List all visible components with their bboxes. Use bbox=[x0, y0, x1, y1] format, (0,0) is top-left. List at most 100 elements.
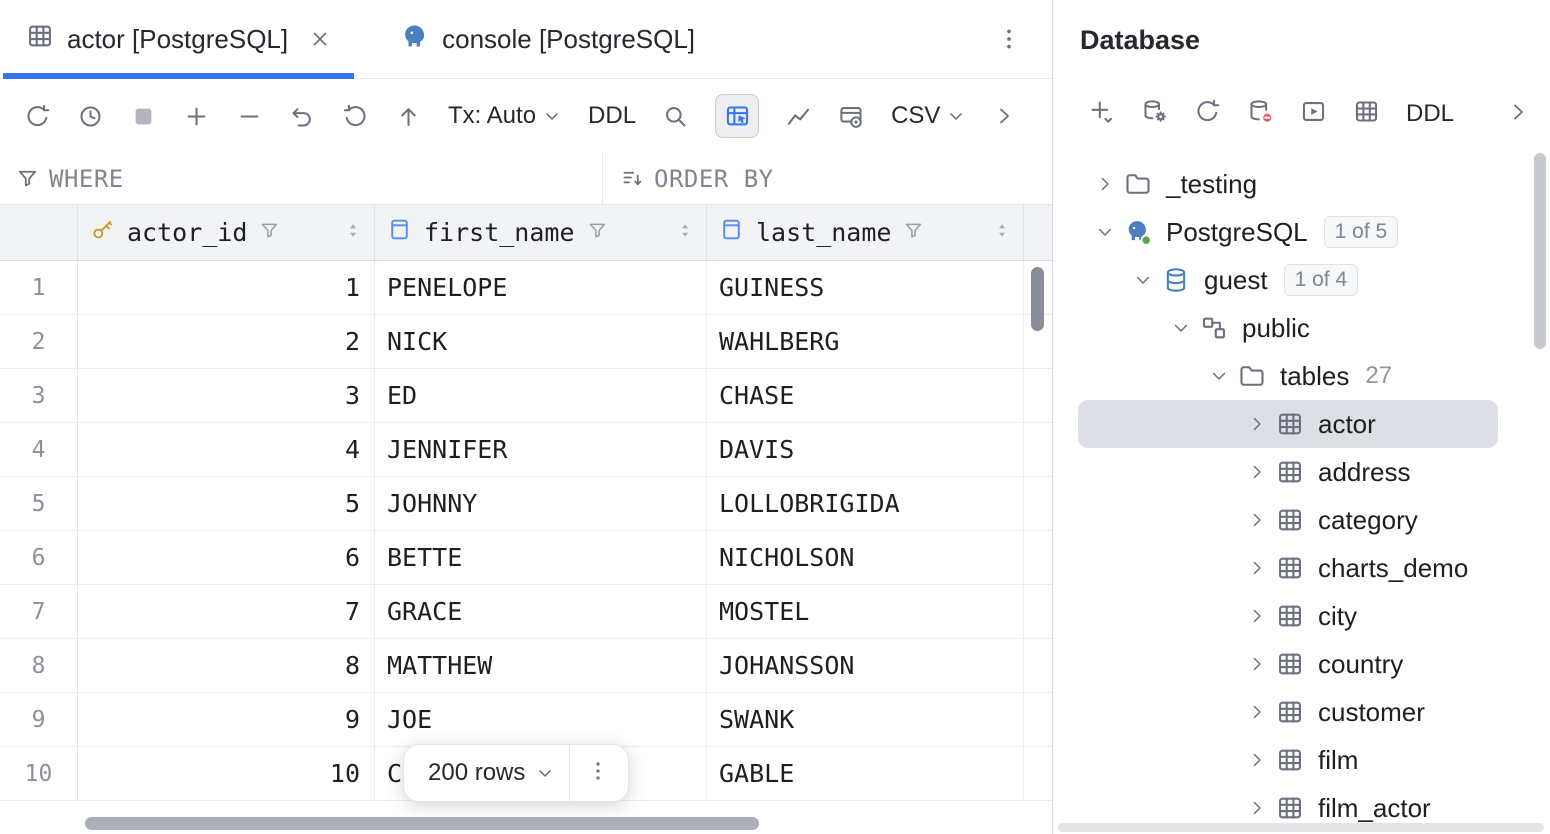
cell-actor-id[interactable]: 10 bbox=[78, 747, 375, 800]
table-grid-icon[interactable] bbox=[1353, 98, 1380, 130]
filter-icon[interactable] bbox=[903, 218, 924, 247]
row-number[interactable]: 10 bbox=[0, 747, 78, 800]
chevron-icon[interactable] bbox=[1246, 702, 1268, 722]
tree-item-film[interactable]: film bbox=[1078, 736, 1498, 784]
table-view-toggle[interactable] bbox=[715, 94, 759, 138]
cell-last-name[interactable]: WAHLBERG bbox=[707, 315, 1024, 368]
tab-actor[interactable]: actor [PostgreSQL] bbox=[0, 0, 357, 79]
chevron-icon[interactable] bbox=[1170, 318, 1192, 338]
tree-item-guest[interactable]: guest 1 of 4 bbox=[1078, 256, 1498, 304]
chevron-icon[interactable] bbox=[1246, 606, 1268, 626]
where-filter-input[interactable]: WHERE bbox=[0, 153, 603, 204]
history-icon[interactable] bbox=[77, 103, 104, 130]
search-icon[interactable] bbox=[662, 103, 689, 130]
cell-first-name[interactable]: JENNIFER bbox=[375, 423, 707, 476]
preview-icon[interactable] bbox=[838, 103, 865, 130]
ddl-button[interactable]: DDL bbox=[1406, 100, 1454, 128]
cell-actor-id[interactable]: 8 bbox=[78, 639, 375, 692]
chevron-icon[interactable] bbox=[1246, 462, 1268, 482]
chevron-icon[interactable] bbox=[1208, 366, 1230, 386]
chevron-icon[interactable] bbox=[1132, 270, 1154, 290]
panel-vertical-scrollbar[interactable] bbox=[1534, 153, 1546, 349]
cell-actor-id[interactable]: 2 bbox=[78, 315, 375, 368]
cell-first-name[interactable]: BETTE bbox=[375, 531, 707, 584]
pager-kebab-icon[interactable] bbox=[586, 759, 610, 788]
cell-first-name[interactable]: JOE bbox=[375, 693, 707, 746]
chevron-icon[interactable] bbox=[1246, 510, 1268, 530]
chevron-icon[interactable] bbox=[1246, 654, 1268, 674]
grid-horizontal-scrollbar[interactable] bbox=[85, 817, 759, 830]
query-console-icon[interactable] bbox=[1300, 98, 1327, 130]
cell-first-name[interactable]: JOHNNY bbox=[375, 477, 707, 530]
row-number[interactable]: 7 bbox=[0, 585, 78, 638]
tree-item-PostgreSQL[interactable]: PostgreSQL 1 of 5 bbox=[1078, 208, 1498, 256]
row-number[interactable]: 8 bbox=[0, 639, 78, 692]
tree-item-address[interactable]: address bbox=[1078, 448, 1498, 496]
tab-options-kebab-icon[interactable] bbox=[996, 26, 1022, 52]
delete-row-icon[interactable] bbox=[236, 103, 263, 130]
refresh-icon[interactable] bbox=[1194, 98, 1221, 130]
cell-last-name[interactable]: DAVIS bbox=[707, 423, 1024, 476]
add-datasource-icon[interactable] bbox=[1088, 98, 1115, 130]
cell-last-name[interactable]: MOSTEL bbox=[707, 585, 1024, 638]
cell-first-name[interactable]: PENELOPE bbox=[375, 261, 707, 314]
cell-last-name[interactable]: SWANK bbox=[707, 693, 1024, 746]
filter-icon[interactable] bbox=[259, 218, 280, 247]
cell-last-name[interactable]: NICHOLSON bbox=[707, 531, 1024, 584]
row-number[interactable]: 5 bbox=[0, 477, 78, 530]
chevron-icon[interactable] bbox=[1246, 558, 1268, 578]
row-number[interactable]: 1 bbox=[0, 261, 78, 314]
tree-item-category[interactable]: category bbox=[1078, 496, 1498, 544]
disconnect-icon[interactable] bbox=[1247, 98, 1274, 130]
tree-item-public[interactable]: public bbox=[1078, 304, 1498, 352]
add-row-icon[interactable] bbox=[183, 103, 210, 130]
chevron-down-icon[interactable] bbox=[535, 763, 555, 783]
chevron-icon[interactable] bbox=[1094, 174, 1116, 194]
row-number[interactable]: 9 bbox=[0, 693, 78, 746]
stop-icon[interactable] bbox=[130, 103, 157, 130]
close-icon[interactable] bbox=[309, 28, 331, 50]
submit-icon[interactable] bbox=[395, 103, 422, 130]
cell-last-name[interactable]: JOHANSSON bbox=[707, 639, 1024, 692]
cell-first-name[interactable]: NICK bbox=[375, 315, 707, 368]
cell-actor-id[interactable]: 3 bbox=[78, 369, 375, 422]
toolbar-overflow-chevron-icon[interactable] bbox=[1506, 100, 1530, 129]
column-header-last-name[interactable]: last_name bbox=[707, 205, 1024, 260]
row-number[interactable]: 2 bbox=[0, 315, 78, 368]
csv-format-dropdown[interactable]: CSV bbox=[891, 102, 966, 130]
grid-vertical-scrollbar[interactable] bbox=[1031, 267, 1044, 331]
tree-item-_testing[interactable]: _testing bbox=[1078, 160, 1498, 208]
order-by-input[interactable]: ORDER BY bbox=[603, 153, 1052, 204]
rollback-icon[interactable] bbox=[342, 103, 369, 130]
cell-last-name[interactable]: GUINESS bbox=[707, 261, 1024, 314]
tree-item-customer[interactable]: customer bbox=[1078, 688, 1498, 736]
cell-last-name[interactable]: GABLE bbox=[707, 747, 1024, 800]
panel-horizontal-scrollbar[interactable] bbox=[1058, 823, 1544, 832]
sort-icon[interactable] bbox=[675, 218, 696, 247]
tree-item-charts_demo[interactable]: charts_demo bbox=[1078, 544, 1498, 592]
chevron-icon[interactable] bbox=[1246, 414, 1268, 434]
chevron-icon[interactable] bbox=[1246, 750, 1268, 770]
cell-first-name[interactable]: ED bbox=[375, 369, 707, 422]
cell-last-name[interactable]: CHASE bbox=[707, 369, 1024, 422]
sort-icon[interactable] bbox=[992, 218, 1013, 247]
cell-actor-id[interactable]: 7 bbox=[78, 585, 375, 638]
tx-mode-dropdown[interactable]: Tx: Auto bbox=[448, 102, 562, 130]
cell-actor-id[interactable]: 6 bbox=[78, 531, 375, 584]
ddl-button[interactable]: DDL bbox=[588, 102, 636, 130]
chevron-icon[interactable] bbox=[1246, 798, 1268, 818]
row-number[interactable]: 6 bbox=[0, 531, 78, 584]
refresh-icon[interactable] bbox=[24, 103, 51, 130]
row-number[interactable]: 4 bbox=[0, 423, 78, 476]
cell-first-name[interactable]: GRACE bbox=[375, 585, 707, 638]
tree-item-country[interactable]: country bbox=[1078, 640, 1498, 688]
column-header-first-name[interactable]: first_name bbox=[375, 205, 707, 260]
undo-icon[interactable] bbox=[289, 103, 316, 130]
chart-icon[interactable] bbox=[785, 103, 812, 130]
cell-actor-id[interactable]: 4 bbox=[78, 423, 375, 476]
cell-first-name[interactable]: MATTHEW bbox=[375, 639, 707, 692]
sort-icon[interactable] bbox=[343, 218, 364, 247]
cell-last-name[interactable]: LOLLOBRIGIDA bbox=[707, 477, 1024, 530]
cell-actor-id[interactable]: 5 bbox=[78, 477, 375, 530]
filter-icon[interactable] bbox=[587, 218, 608, 247]
